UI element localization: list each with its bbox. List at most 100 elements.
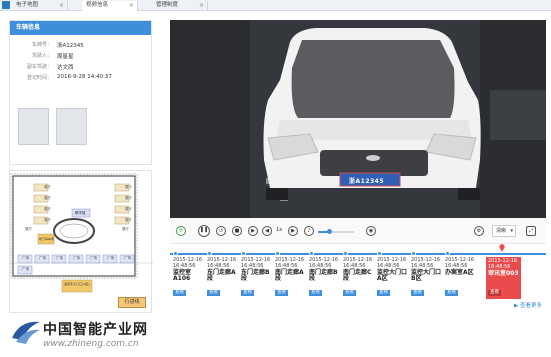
square-label: 广场: [90, 256, 97, 260]
event-place: 监控大门口B区: [411, 268, 442, 282]
building-label: 教学楼: [75, 211, 86, 215]
view-button[interactable]: 查看: [241, 290, 254, 296]
timeline-event[interactable]: 2015-12-16 16:48:56 监控大门口B区 查看: [411, 257, 445, 299]
room-label: 展厅: [44, 196, 51, 200]
square-label: 广场: [73, 256, 80, 260]
field-label: 车牌号：: [31, 42, 52, 48]
tab-video-info[interactable]: 视频信息 ×: [82, 1, 138, 11]
rewind-icon[interactable]: ↺: [216, 226, 226, 236]
site-logo: 中国智能产业网 www.zhineng.com.cn: [0, 314, 551, 357]
field-label: 副车驾驶：: [26, 64, 52, 70]
room-label: 展厅: [44, 207, 51, 211]
field-value: 达文西: [57, 65, 74, 71]
quality-select[interactable]: 清晰 ▾: [492, 225, 516, 237]
tab-label: 电子地图: [16, 2, 39, 8]
fast-backward-icon[interactable]: ◀: [262, 226, 272, 236]
view-button[interactable]: 查看: [207, 290, 220, 296]
timeline-event[interactable]: 2015-12-16 16:48:56 监控大门口A区 查看: [377, 257, 411, 299]
event-time: 2015-12-16 16:48:56: [377, 257, 407, 269]
field-codriver: 副车驾驶： 达文西: [10, 63, 150, 71]
room-label: 展厅: [44, 185, 51, 189]
location-pin-icon: [499, 244, 505, 252]
timeline-dot: [309, 251, 314, 256]
view-button[interactable]: 查看: [343, 290, 356, 296]
brand-swoosh-icon: [12, 321, 40, 344]
view-button[interactable]: 查看: [309, 290, 322, 296]
event-place: 东门走廊B段: [241, 268, 270, 282]
event-place: 审讯室003: [488, 269, 519, 277]
timeline-event[interactable]: 2015-12-16 16:48:56 南门走廊B段 查看: [309, 257, 343, 299]
vehicle-info-panel: 车辆信息 车牌号： 浙A12345 驾驶人： 周星星 副车驾驶： 达文西 登记时…: [9, 20, 152, 165]
timeline-event[interactable]: 2015-12-16 16:48:56 办案室A区 查看: [445, 257, 479, 299]
view-button[interactable]: 查看: [411, 290, 424, 296]
event-time: 2015-12-16 16:48:56: [445, 257, 475, 269]
timeline-event[interactable]: 2015-12-16 16:48:56 南门走廊A段 查看: [275, 257, 309, 299]
gate-label: 政府东大门口(A区): [64, 282, 90, 286]
view-button[interactable]: 查看: [173, 290, 186, 296]
room-label: 展厅: [125, 218, 132, 222]
timeline-dot: [173, 251, 178, 256]
square-label: 广场: [107, 256, 114, 260]
settings-icon[interactable]: ⚙: [474, 226, 484, 236]
tab-label: 管理制度: [156, 2, 179, 8]
view-button[interactable]: 查看: [377, 290, 390, 296]
event-time: 2015-12-16 16:48:56: [275, 257, 305, 269]
event-place: 办案室A区: [445, 268, 474, 276]
event-time: 2015-12-16 16:48:56: [173, 257, 203, 269]
room-label: 展厅: [122, 227, 129, 231]
timeline-track: [170, 253, 546, 255]
floor-plan-map[interactable]: 展厅 展厅 展厅 展厅 展厅 展厅 展厅 展厅 展厅 展厅 广场 广场 广场 广…: [9, 170, 153, 313]
event-time: 2015-12-16 16:48:56: [343, 257, 373, 269]
timeline-dot: [241, 251, 246, 256]
field-driver: 驾驶人： 周星星: [10, 52, 150, 60]
timeline-dot: [445, 251, 450, 256]
timeline-event[interactable]: 2015-12-16 16:48:56 东门走廊B段 查看: [241, 257, 275, 299]
close-icon[interactable]: ×: [199, 1, 204, 10]
timeline-dot: [411, 251, 416, 256]
plate-overlay: 浙A12345: [349, 178, 385, 185]
field-label: 登记时间：: [26, 75, 52, 81]
stop-icon[interactable]: ■: [232, 226, 242, 236]
fast-forward-icon[interactable]: ▶: [288, 226, 298, 236]
pause-icon[interactable]: ❚❚: [198, 225, 210, 237]
volume-slider[interactable]: [318, 229, 354, 234]
tab-label: 视频信息: [86, 2, 109, 8]
room-label: 展厅: [125, 196, 132, 200]
timeline-event[interactable]: 2015-12-16 16:48:56 南门走廊C段 查看: [343, 257, 377, 299]
view-button[interactable]: 查看: [488, 290, 501, 296]
room-label: 展厅: [125, 207, 132, 211]
tab-electronic-map[interactable]: 电子地图 ×: [12, 1, 68, 11]
close-icon[interactable]: ×: [59, 1, 64, 10]
field-label: 驾驶人：: [31, 53, 52, 59]
view-more-link[interactable]: ▶ 查看更多: [514, 301, 542, 309]
timeline-dot: [343, 251, 348, 256]
volume-knob[interactable]: [327, 229, 332, 234]
event-place: 监控大门口A区: [377, 268, 408, 282]
step-forward-icon[interactable]: ▶: [248, 226, 258, 236]
home-icon[interactable]: [2, 1, 10, 9]
timeline-event-current[interactable]: 2015-12-16 16:48:56 审讯室003 查看: [486, 257, 521, 299]
square-label: 广场: [39, 256, 46, 260]
timeline-event[interactable]: 2015-12-16 16:48:56 监控室A106 查看: [173, 257, 207, 299]
logo-english: www.zhineng.com.cn: [43, 339, 139, 349]
codriver-photo: [56, 108, 87, 145]
chevron-down-icon: ▾: [510, 228, 513, 234]
fullscreen-icon[interactable]: ⤢: [526, 226, 536, 236]
view-button[interactable]: 查看: [445, 290, 458, 296]
close-icon[interactable]: ×: [129, 1, 134, 10]
square-label: 广场: [124, 256, 131, 260]
logo-chinese: 中国智能产业网: [43, 322, 148, 338]
floor-plan-svg: [10, 173, 153, 293]
timeline-event[interactable]: 2015-12-16 16:48:56 东门走廊A段 查看: [207, 257, 241, 299]
refresh-icon[interactable]: ⟳: [176, 226, 186, 236]
video-frame[interactable]: 浙A12345: [170, 20, 546, 218]
route-button[interactable]: 行进线: [118, 297, 146, 308]
player-controls: ⟳ ❚❚ ↺ ■ ▶ ◀ 1x ▶ ♪ ◉ ⚙ 清晰 ▾ ⤢: [170, 218, 546, 244]
timeline-dot: [207, 251, 212, 256]
tab-management[interactable]: 管理制度 ×: [152, 1, 208, 11]
view-button[interactable]: 查看: [275, 290, 288, 296]
volume-icon[interactable]: ♪: [304, 226, 314, 236]
event-time: 2015-12-16 16:48:56: [207, 257, 237, 269]
record-icon[interactable]: ◉: [366, 226, 376, 236]
event-place: 监控室A106: [173, 268, 192, 282]
